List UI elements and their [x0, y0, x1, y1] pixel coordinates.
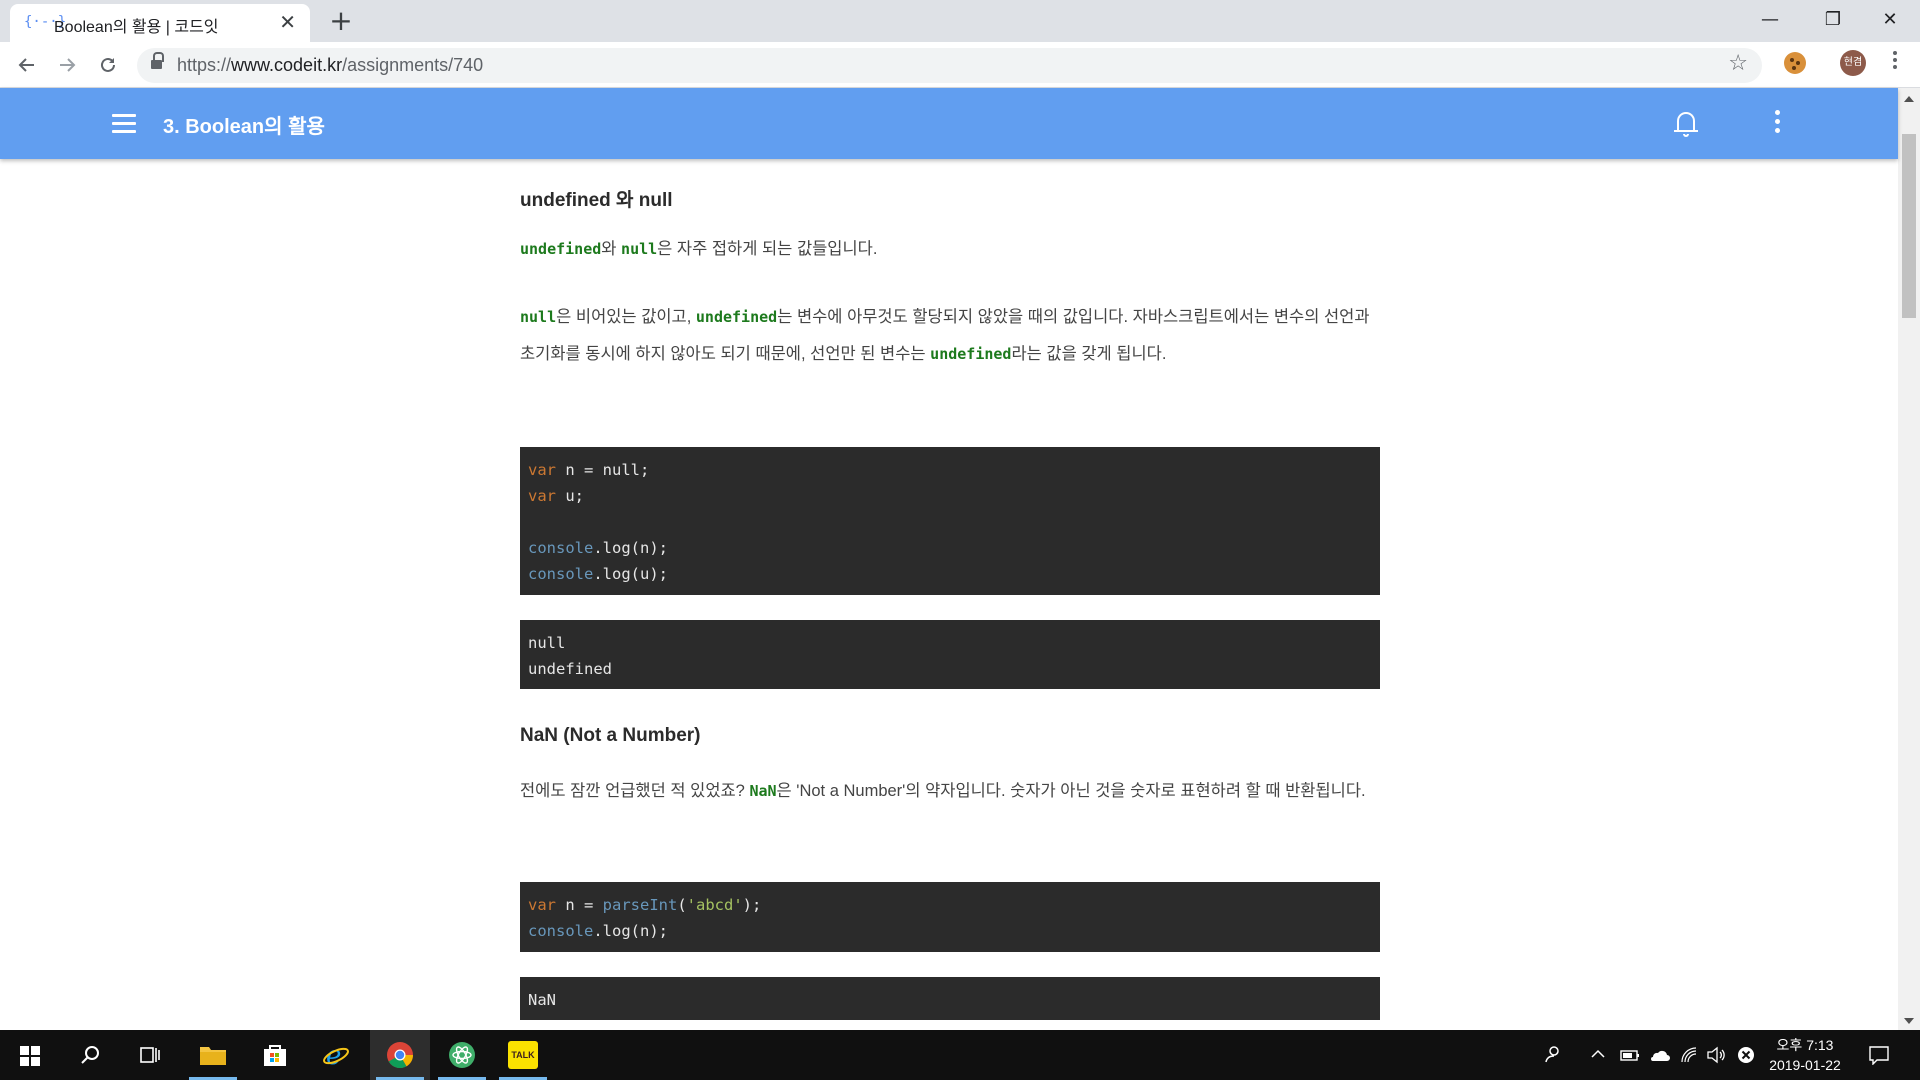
inline-code: undefined	[695, 308, 778, 326]
notifications-icon[interactable]	[1868, 1044, 1890, 1070]
kakaotalk-icon[interactable]: TALK	[493, 1030, 553, 1080]
tab-close-icon[interactable]: ✕	[279, 10, 296, 34]
chrome-icon[interactable]	[370, 1030, 430, 1080]
store-icon[interactable]	[245, 1030, 305, 1080]
hamburger-menu-icon[interactable]	[112, 114, 136, 134]
section-heading-nan: NaN (Not a Number)	[520, 725, 701, 746]
atom-icon[interactable]	[432, 1030, 492, 1080]
forward-icon[interactable]	[50, 49, 84, 81]
cookie-extension-icon[interactable]	[1784, 52, 1806, 74]
chrome-menu-icon[interactable]	[1880, 48, 1910, 82]
people-icon[interactable]	[1543, 1044, 1563, 1069]
file-explorer-icon[interactable]	[183, 1030, 243, 1080]
page-title: 3. Boolean의 활용	[163, 116, 325, 138]
search-icon[interactable]	[60, 1030, 120, 1080]
paragraph-nan: 전에도 잠깐 언급했던 적 있었죠? NaN은 'Not a Number'의 …	[520, 782, 1366, 800]
scrollbar-thumb[interactable]	[1902, 134, 1916, 318]
close-window-button[interactable]: ✕	[1860, 0, 1920, 40]
output-block: null undefined	[520, 620, 1380, 689]
inline-code: null	[621, 240, 658, 258]
browser-tab[interactable]: {·-·} Boolean의 활용 | 코드잇 ✕	[10, 4, 310, 42]
paragraph-null-undefined: null은 비어있는 값이고, undefined는 변수에 아무것도 할당되지…	[520, 308, 1370, 363]
system-clock[interactable]: 오후 7:13 2019-01-22	[1760, 1035, 1850, 1075]
more-vertical-icon[interactable]	[1772, 110, 1782, 138]
section-heading-undefined-null: undefined 와 null	[520, 190, 673, 211]
tab-strip: {·-·} Boolean의 활용 | 코드잇 ✕ + — ❐ ✕	[0, 0, 1920, 42]
url-text: https://www.codeit.kr/assignments/740	[177, 55, 484, 75]
minimize-button[interactable]: —	[1740, 0, 1800, 40]
vertical-scrollbar[interactable]	[1898, 88, 1920, 1030]
bell-icon[interactable]	[1674, 110, 1698, 138]
windows-taskbar: e TALK 오후 7:13 2019-01-22	[0, 1030, 1920, 1080]
star-icon[interactable]: ☆	[1728, 51, 1748, 76]
onedrive-icon[interactable]	[1648, 1044, 1670, 1068]
start-icon[interactable]	[0, 1030, 60, 1080]
back-icon[interactable]	[10, 49, 44, 81]
new-tab-button[interactable]: +	[324, 4, 358, 38]
maximize-button[interactable]: ❐	[1803, 0, 1863, 40]
close-circle-icon[interactable]	[1737, 1044, 1755, 1069]
wifi-icon[interactable]	[1680, 1044, 1700, 1069]
scroll-down-icon[interactable]	[1904, 1018, 1914, 1024]
tab-title: Boolean의 활용 | 코드잇	[54, 19, 219, 36]
code-block: var n = parseInt('abcd'); console.log(n)…	[520, 882, 1380, 952]
output-block: NaN	[520, 977, 1380, 1020]
internet-explorer-icon[interactable]: e	[306, 1030, 366, 1080]
battery-icon[interactable]	[1620, 1044, 1640, 1068]
code-block: var n = null; var u; console.log(n); con…	[520, 447, 1380, 595]
browser-toolbar: https://www.codeit.kr/assignments/740 ☆ …	[0, 42, 1920, 88]
inline-code: undefined	[520, 240, 602, 258]
assignment-content: undefined 와 null undefined와 null은 자주 접하게…	[520, 159, 1380, 1030]
paragraph-intro: undefined와 null은 자주 접하게 되는 값들입니다.	[520, 240, 878, 258]
volume-icon[interactable]	[1706, 1044, 1726, 1069]
profile-avatar[interactable]: 현겸	[1840, 50, 1866, 76]
task-view-icon[interactable]	[120, 1030, 180, 1080]
inline-code: NaN	[749, 782, 777, 800]
inline-code: undefined	[930, 345, 1012, 363]
inline-code: null	[520, 308, 557, 326]
address-bar[interactable]: https://www.codeit.kr/assignments/740 ☆	[137, 48, 1762, 83]
scroll-up-icon[interactable]	[1904, 96, 1914, 102]
chevron-up-icon[interactable]	[1590, 1044, 1606, 1067]
reload-icon[interactable]	[91, 49, 125, 81]
lock-icon	[151, 52, 164, 71]
app-bar: 3. Boolean의 활용	[0, 88, 1898, 159]
